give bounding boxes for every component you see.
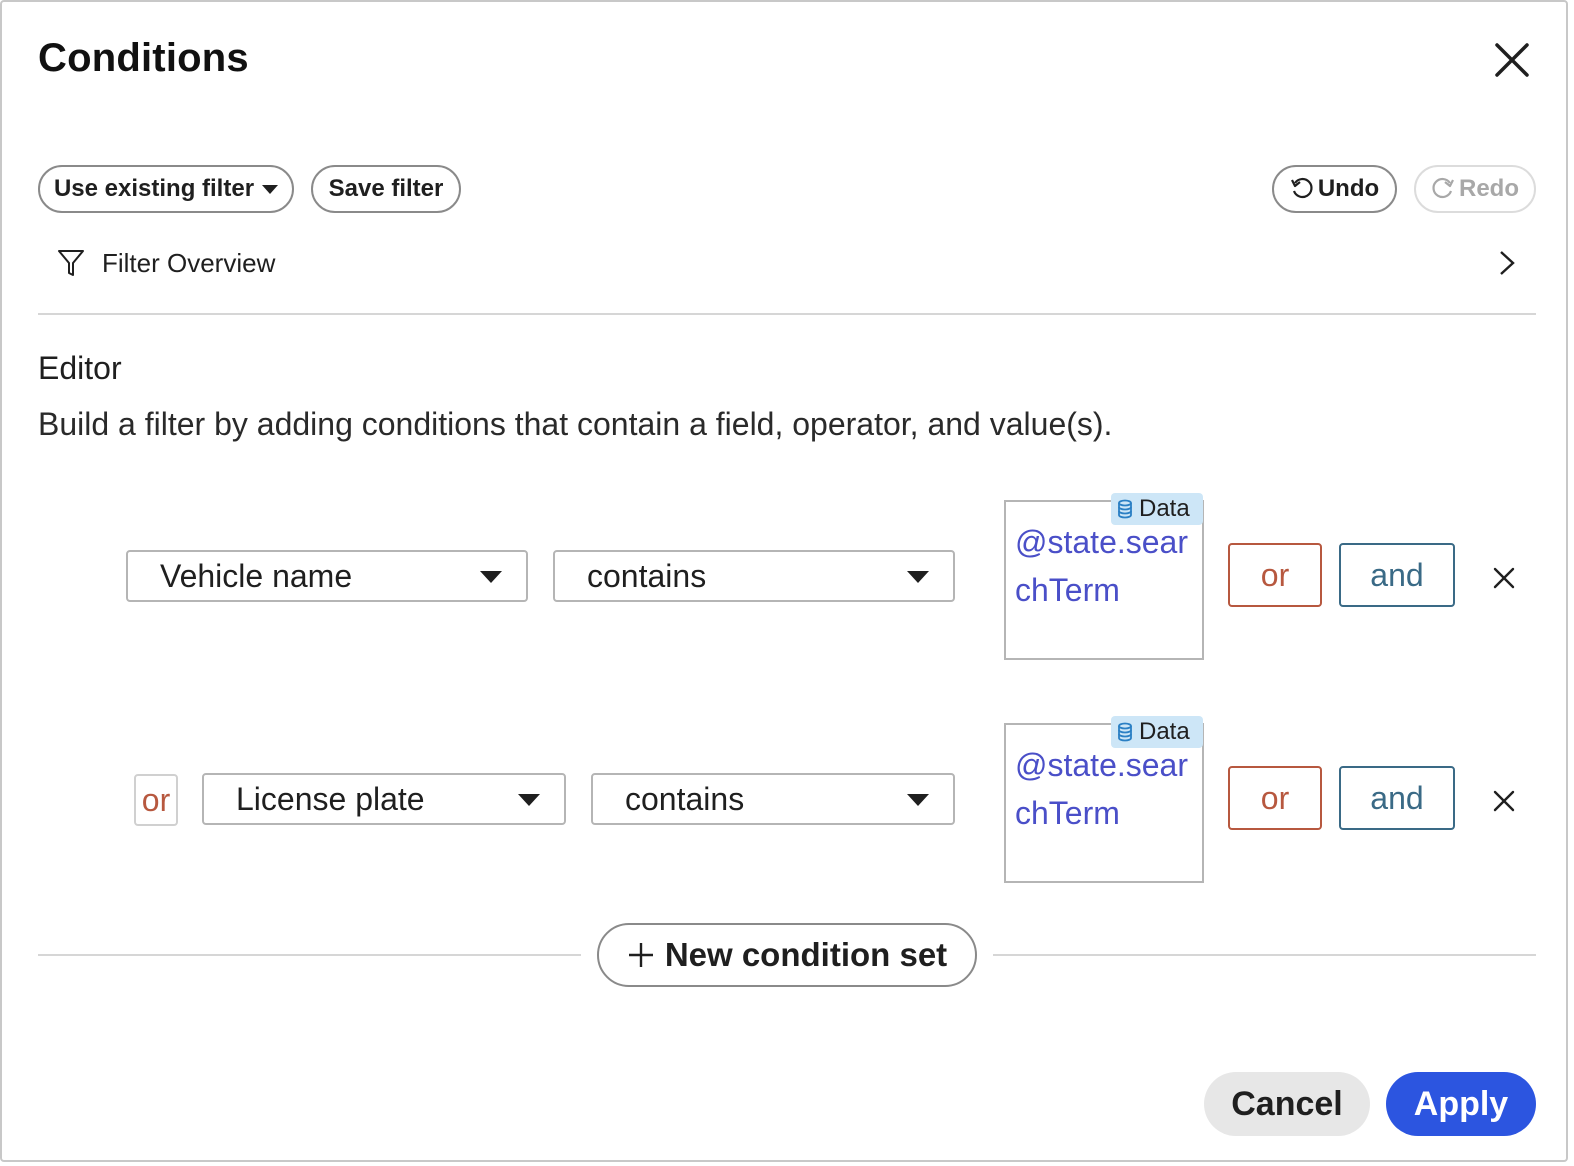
or-button-row-1[interactable]: or: [1228, 543, 1322, 607]
remove-row-icon[interactable]: [1492, 566, 1516, 590]
filter-overview-row[interactable]: Filter Overview: [38, 240, 1536, 286]
apply-button[interactable]: Apply: [1386, 1072, 1536, 1136]
use-existing-filter-label: Use existing filter: [53, 175, 255, 202]
operator-select-value: contains: [625, 780, 745, 817]
dialog-title: Conditions: [38, 36, 249, 80]
divider: [993, 954, 1536, 956]
or-button-label: or: [1260, 556, 1290, 593]
use-existing-filter-button[interactable]: Use existing filter: [38, 165, 294, 213]
or-button-row-2[interactable]: or: [1228, 766, 1322, 830]
and-button-row-1[interactable]: and: [1339, 543, 1455, 607]
new-condition-set-button[interactable]: New condition set: [597, 923, 977, 987]
or-button-label: or: [1260, 779, 1290, 816]
operator-select-value: contains: [587, 557, 707, 594]
row-connector-label: or: [141, 781, 171, 818]
row-connector-badge: or: [134, 774, 178, 826]
new-condition-set-label: New condition set: [664, 936, 948, 973]
undo-button[interactable]: Undo: [1272, 165, 1397, 213]
editor-description: Build a filter by adding conditions that…: [38, 406, 1113, 442]
undo-icon: [1290, 177, 1313, 199]
value-text: @state.searchTerm: [1015, 747, 1188, 831]
field-select-value: License plate: [236, 780, 425, 817]
chevron-down-icon: [907, 571, 929, 583]
field-select-value: Vehicle name: [160, 557, 353, 594]
remove-row-icon[interactable]: [1492, 789, 1516, 813]
value-text: @state.searchTerm: [1015, 524, 1188, 608]
data-badge: Data: [1111, 716, 1203, 748]
save-filter-button[interactable]: Save filter: [311, 165, 461, 213]
redo-icon: [1432, 177, 1454, 199]
field-select-row-2[interactable]: License plate: [202, 773, 566, 825]
and-button-label: and: [1370, 556, 1424, 593]
chevron-down-icon: [262, 184, 279, 194]
operator-select-row-2[interactable]: contains: [591, 773, 955, 825]
save-filter-label: Save filter: [328, 175, 444, 202]
conditions-dialog: Conditions Use existing filter Save filt…: [0, 0, 1568, 1162]
undo-label: Undo: [1317, 175, 1380, 202]
plus-icon: [628, 943, 653, 967]
database-icon: [1118, 722, 1132, 742]
and-button-row-2[interactable]: and: [1339, 766, 1455, 830]
data-badge-label: Data: [1139, 495, 1190, 522]
apply-label: Apply: [1413, 1084, 1509, 1123]
data-badge-label: Data: [1139, 718, 1190, 745]
redo-button[interactable]: Redo: [1414, 165, 1536, 213]
divider: [38, 954, 581, 956]
chevron-down-icon: [518, 794, 540, 806]
and-button-label: and: [1370, 779, 1424, 816]
cancel-label: Cancel: [1231, 1084, 1343, 1123]
cancel-button[interactable]: Cancel: [1204, 1072, 1370, 1136]
data-badge: Data: [1111, 493, 1203, 525]
divider: [38, 313, 1536, 315]
filter-overview-label: Filter Overview: [102, 247, 276, 278]
operator-select-row-1[interactable]: contains: [553, 550, 955, 602]
database-icon: [1118, 499, 1132, 519]
redo-label: Redo: [1459, 175, 1519, 202]
close-icon[interactable]: [1492, 40, 1532, 80]
editor-heading: Editor: [38, 350, 122, 386]
filter-icon: [58, 250, 84, 276]
chevron-down-icon: [907, 794, 929, 806]
chevron-right-icon: [1500, 251, 1515, 275]
field-select-row-1[interactable]: Vehicle name: [126, 550, 528, 602]
chevron-down-icon: [480, 571, 502, 583]
